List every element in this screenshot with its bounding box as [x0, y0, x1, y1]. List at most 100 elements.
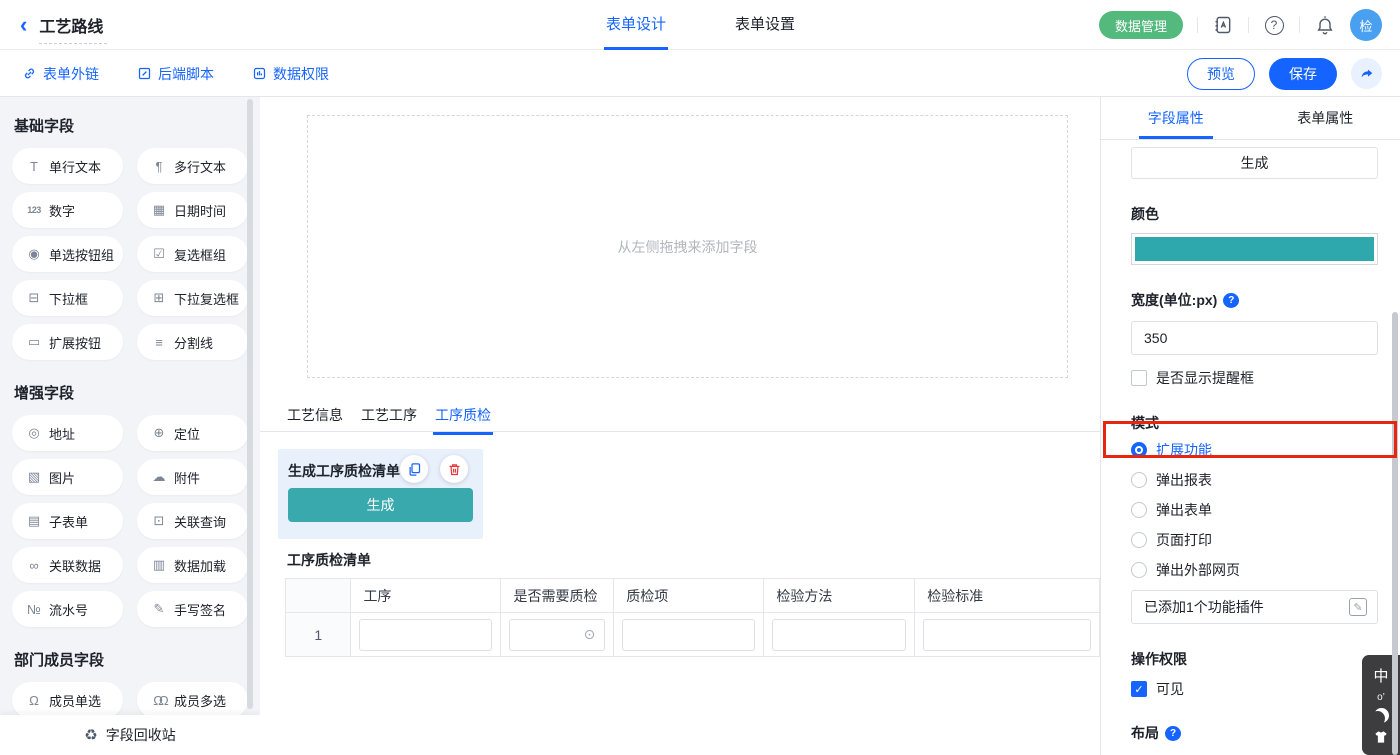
ime-punctuation-icon[interactable]: o’ [1377, 692, 1385, 703]
divider-icon: ≡ [151, 335, 167, 350]
tab-field-properties[interactable]: 字段属性 [1101, 97, 1251, 139]
field-item-dropdown[interactable]: ⊟下拉框 [12, 280, 123, 316]
bar-chart-icon: ▥ [151, 557, 167, 573]
user-avatar[interactable]: 检 [1350, 9, 1382, 41]
dropdown-icon: ⊟ [26, 290, 42, 306]
calendar-icon: ▦ [151, 202, 167, 218]
field-item-single-line-text[interactable]: T单行文本 [12, 148, 123, 184]
mode-option-popup-report[interactable]: 弹出报表 [1131, 465, 1378, 495]
moon-icon[interactable] [1374, 708, 1389, 723]
field-item-address[interactable]: ◎地址 [12, 415, 123, 451]
field-item-image[interactable]: ▧图片 [12, 459, 123, 495]
button-text-input[interactable]: 生成 [1131, 147, 1378, 179]
field-item-number[interactable]: 123数字 [12, 192, 123, 228]
selected-button-field[interactable]: 生成工序质检清单 生成 [278, 449, 483, 539]
table-header-row: 工序 是否需要质检 质检项 检验方法 检验标准 [286, 579, 1100, 613]
panel-scrollbar[interactable] [1392, 312, 1398, 755]
radio-selected-icon [1131, 442, 1147, 458]
properties-panel: 字段属性 表单属性 生成 颜色 宽度(单位:px) ? 是否显示提醒框 模式 扩… [1100, 97, 1400, 755]
mode-option-extend[interactable]: 扩展功能 [1131, 435, 1378, 465]
check-item-input[interactable] [622, 619, 755, 651]
preview-button[interactable]: 预览 [1187, 58, 1255, 90]
col-header-need-check: 是否需要质检 [501, 579, 614, 613]
mode-label: 模式 [1131, 413, 1378, 433]
row-number: 1 [286, 613, 351, 657]
layout-label: 布局 [1131, 723, 1159, 743]
plugin-field[interactable]: 已添加1个功能插件 ✎ [1131, 590, 1378, 624]
field-item-data-load[interactable]: ▥数据加载 [137, 547, 248, 583]
field-item-linked-query[interactable]: ⊡关联查询 [137, 503, 248, 539]
field-item-extend-button[interactable]: ▭扩展按钮 [12, 324, 123, 360]
field-recycle-bin[interactable]: ♻ 字段回收站 [0, 715, 260, 755]
need-check-select[interactable]: ⊙ [509, 619, 605, 651]
copy-field-button[interactable] [400, 455, 428, 483]
width-help-icon[interactable]: ? [1223, 293, 1239, 308]
notification-bell-icon[interactable] [1314, 14, 1336, 36]
field-item-member-multi[interactable]: ΩΩ成员多选 [137, 682, 248, 718]
tab-form-properties[interactable]: 表单属性 [1251, 97, 1400, 139]
field-item-divider[interactable]: ≡分割线 [137, 324, 248, 360]
field-item-attachment[interactable]: ☁附件 [137, 459, 248, 495]
link-chain-icon: ∞ [26, 558, 42, 573]
address-book-icon[interactable] [1212, 14, 1234, 36]
field-item-checkbox-group[interactable]: ☑复选框组 [137, 236, 248, 272]
tab-form-design[interactable]: 表单设计 [606, 0, 666, 50]
field-item-multi-dropdown[interactable]: ⊞下拉复选框 [137, 280, 248, 316]
tab-step-quality-check[interactable]: 工序质检 [435, 400, 491, 433]
delete-field-button[interactable] [440, 455, 468, 483]
standard-input[interactable] [923, 619, 1091, 651]
share-button[interactable] [1351, 58, 1382, 89]
field-item-multi-line-text[interactable]: ¶多行文本 [137, 148, 248, 184]
field-item-serial-number[interactable]: №流水号 [12, 591, 123, 627]
ime-language-indicator[interactable]: 中 [1373, 665, 1388, 686]
form-canvas: 从左侧拖拽来添加字段 工艺信息 工艺工序 工序质检 生成工序质检清单 生成 工序… [260, 97, 1100, 755]
backend-script-button[interactable]: 后端脚本 [137, 64, 214, 84]
field-label: 生成工序质检清单 [288, 461, 400, 481]
page-title: 工艺路线 [39, 13, 103, 37]
reminder-label: 是否显示提醒框 [1156, 368, 1254, 388]
cloud-upload-icon: ☁ [151, 469, 167, 485]
layout-help-icon[interactable]: ? [1165, 726, 1181, 741]
section-title-enhanced: 增强字段 [14, 382, 248, 403]
mode-option-popup-form[interactable]: 弹出表单 [1131, 495, 1378, 525]
field-item-member-single[interactable]: Ω成员单选 [12, 682, 123, 718]
field-item-subform[interactable]: ▤子表单 [12, 503, 123, 539]
people-icon: ΩΩ [151, 693, 167, 708]
skin-shirt-icon[interactable] [1373, 729, 1389, 745]
tab-form-settings[interactable]: 表单设置 [735, 0, 795, 50]
external-link-button[interactable]: 表单外链 [22, 64, 99, 84]
process-input[interactable] [359, 619, 492, 651]
tab-process-steps[interactable]: 工艺工序 [361, 400, 417, 433]
sidebar-scrollbar[interactable] [247, 99, 253, 709]
field-item-linked-data[interactable]: ∞关联数据 [12, 547, 123, 583]
generate-button[interactable]: 生成 [288, 488, 473, 522]
multi-dropdown-icon: ⊞ [151, 290, 167, 306]
field-item-datetime[interactable]: ▦日期时间 [137, 192, 248, 228]
method-input[interactable] [772, 619, 906, 651]
section-title-basic: 基础字段 [14, 115, 248, 136]
tab-process-info[interactable]: 工艺信息 [287, 400, 343, 433]
field-item-geolocation[interactable]: ⊕定位 [137, 415, 248, 451]
radio-icon [1131, 532, 1147, 548]
field-item-signature[interactable]: ✎手写签名 [137, 591, 248, 627]
visible-checkbox[interactable]: ✓ [1131, 681, 1147, 697]
data-manage-button[interactable]: 数据管理 [1099, 11, 1183, 39]
section-title-member: 部门成员字段 [14, 649, 248, 670]
divider [1248, 17, 1249, 33]
edit-icon[interactable]: ✎ [1349, 598, 1367, 616]
color-picker[interactable] [1131, 233, 1378, 265]
back-icon[interactable]: ‹ [20, 14, 27, 36]
divider [1299, 17, 1300, 33]
field-item-radio-group[interactable]: ◉单选按钮组 [12, 236, 123, 272]
crosshair-icon: ⊕ [151, 425, 167, 441]
save-button[interactable]: 保存 [1269, 58, 1337, 90]
mode-option-page-print[interactable]: 页面打印 [1131, 525, 1378, 555]
field-dropzone[interactable]: 从左侧拖拽来添加字段 [307, 115, 1068, 378]
quality-check-table: 工序 是否需要质检 质检项 检验方法 检验标准 1 ⊙ [285, 578, 1100, 657]
radio-icon [1131, 472, 1147, 488]
width-input[interactable] [1131, 321, 1378, 355]
help-icon[interactable]: ? [1263, 14, 1285, 36]
reminder-checkbox[interactable] [1131, 370, 1147, 386]
data-permission-button[interactable]: 数据权限 [252, 64, 329, 84]
mode-option-external-page[interactable]: 弹出外部网页 [1131, 555, 1378, 585]
